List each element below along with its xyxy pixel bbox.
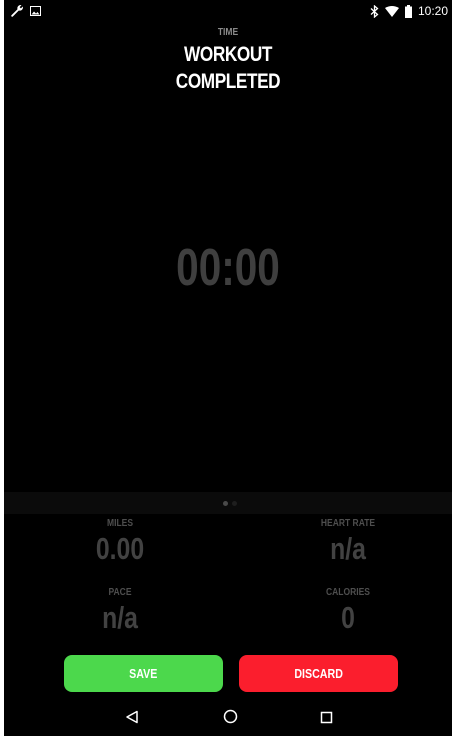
- heart-rate-value: n/a: [330, 531, 366, 566]
- navigation-bar: [4, 700, 452, 736]
- battery-icon: [404, 4, 412, 18]
- stat-heart-rate: HEART RATE n/a: [248, 518, 448, 568]
- status-right-icons: 10:20: [370, 4, 448, 18]
- recents-icon: [320, 709, 333, 728]
- page-title: WORKOUT COMPLETED: [44, 41, 411, 95]
- discard-button-label: DISCARD: [294, 666, 343, 681]
- heart-rate-label: HEART RATE: [320, 518, 376, 529]
- discard-button[interactable]: DISCARD: [239, 655, 398, 692]
- calories-label: CALORIES: [326, 587, 370, 598]
- pace-value: n/a: [102, 600, 138, 635]
- wifi-icon: [384, 5, 399, 17]
- calories-value: 0: [341, 600, 355, 635]
- time-label: TIME: [217, 27, 239, 38]
- back-icon: [125, 709, 139, 728]
- status-left-icons: [10, 4, 41, 18]
- title-line-2: COMPLETED: [175, 70, 281, 93]
- home-icon: [223, 709, 238, 728]
- wrench-icon: [10, 4, 24, 18]
- home-button[interactable]: [220, 708, 240, 728]
- workout-summary-screen: 10:20 TIME WORKOUT COMPLETED 00:00 MILES…: [4, 0, 452, 736]
- image-icon: [30, 6, 41, 16]
- title-line-1: WORKOUT: [183, 43, 272, 66]
- pace-label: PACE: [108, 587, 132, 598]
- miles-value: 0.00: [95, 531, 145, 566]
- status-bar: 10:20: [4, 0, 452, 24]
- save-button-label: SAVE: [129, 666, 158, 681]
- status-time: 10:20: [417, 4, 448, 18]
- page-indicator[interactable]: [4, 492, 452, 514]
- stat-miles: MILES 0.00: [20, 518, 220, 568]
- bluetooth-icon: [370, 4, 379, 18]
- save-button[interactable]: SAVE: [64, 655, 223, 692]
- elapsed-time-display: 00:00: [176, 239, 280, 297]
- page-dot-inactive: [232, 501, 237, 506]
- recents-button[interactable]: [316, 708, 336, 728]
- stat-calories: CALORIES 0: [248, 587, 448, 637]
- stat-pace: PACE n/a: [20, 587, 220, 637]
- miles-label: MILES: [107, 518, 133, 529]
- page-dot-active: [223, 501, 228, 506]
- back-button[interactable]: [122, 708, 142, 728]
